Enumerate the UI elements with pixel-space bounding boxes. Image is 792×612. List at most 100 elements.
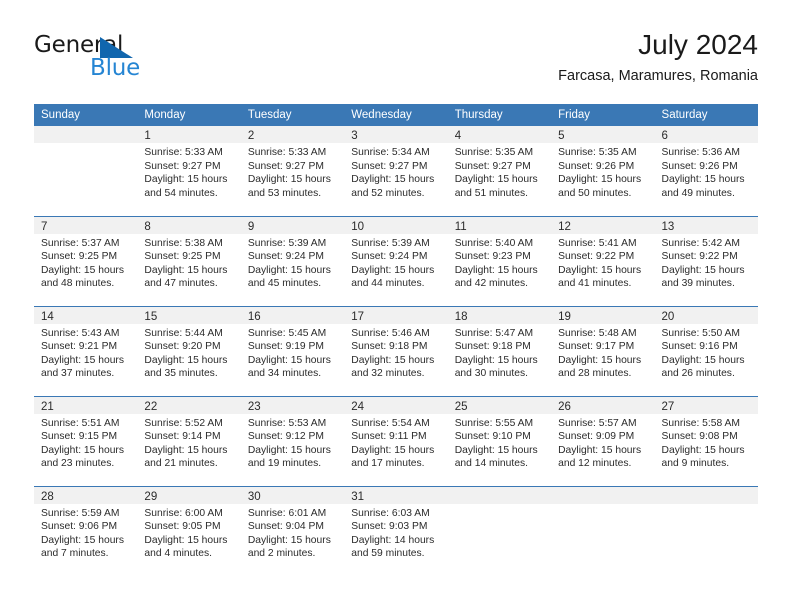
sunrise-text: Sunrise: 5:39 AM xyxy=(247,237,327,249)
calendar-day-cell[interactable]: 14 Sunrise: 5:43 AM Sunset: 9:21 PM Dayligh… xyxy=(34,305,138,396)
day-number-band: 25 xyxy=(447,396,552,414)
daylight-text-line1: Daylight: 15 hours xyxy=(661,354,745,366)
day-number: 8 xyxy=(144,220,151,233)
day-number: 21 xyxy=(41,400,54,413)
sunset-text: Sunset: 9:26 PM xyxy=(661,160,738,172)
sunrise-text: Sunrise: 5:45 AM xyxy=(247,327,327,339)
day-number-band: 9 xyxy=(240,216,345,234)
day-number-band: 19 xyxy=(551,306,655,324)
sunrise-text: Sunrise: 5:57 AM xyxy=(558,417,637,429)
daylight-text-line1: Daylight: 15 hours xyxy=(351,354,435,366)
day-cell-details: Sunrise: 5:50 AM Sunset: 9:16 PM Daylight:… xyxy=(655,324,758,381)
sunrise-text: Sunrise: 5:41 AM xyxy=(558,237,637,249)
calendar-day-cell[interactable]: 11 Sunrise: 5:40 AM Sunset: 9:23 PM Dayligh… xyxy=(447,215,552,306)
sunset-text: Sunset: 9:25 PM xyxy=(41,251,118,263)
calendar-day-cell[interactable]: 26 Sunrise: 5:57 AM Sunset: 9:09 PM Dayligh… xyxy=(551,395,655,486)
day-number: 31 xyxy=(351,490,365,503)
day-number: 27 xyxy=(661,400,675,413)
daylight-text-line2: and 37 minutes. xyxy=(41,368,115,380)
calendar-page: General Blue July 2024 Farcasa, Maramure… xyxy=(0,0,792,612)
sunset-text: Sunset: 9:22 PM xyxy=(558,251,635,263)
daylight-text-line2: and 51 minutes. xyxy=(454,187,528,199)
calendar-day-cell[interactable]: 19 Sunrise: 5:48 AM Sunset: 9:17 PM Dayligh… xyxy=(551,305,655,396)
daylight-text-line1: Daylight: 15 hours xyxy=(41,264,124,276)
calendar-day-cell[interactable]: 24 Sunrise: 5:54 AM Sunset: 9:11 PM Dayligh… xyxy=(344,395,448,486)
day-cell-details: Sunrise: 5:43 AM Sunset: 9:21 PM Daylight:… xyxy=(34,324,137,381)
daylight-text-line2: and 19 minutes. xyxy=(247,458,322,470)
day-number-band: 8 xyxy=(137,216,241,234)
calendar-day-cell[interactable]: 7 Sunrise: 5:37 AM Sunset: 9:25 PM Daylight… xyxy=(34,215,138,306)
sunset-text: Sunset: 9:26 PM xyxy=(558,160,635,172)
calendar-day-cell[interactable]: 8 Sunrise: 5:38 AM Sunset: 9:25 PM Daylight… xyxy=(137,215,241,306)
calendar-day-cell[interactable]: 4 Sunrise: 5:35 AM Sunset: 9:27 PM Daylight… xyxy=(447,126,552,216)
day-cell-details: Sunrise: 5:40 AM Sunset: 9:23 PM Daylight:… xyxy=(448,234,551,291)
calendar-day-cell[interactable]: 9 Sunrise: 5:39 AM Sunset: 9:24 PM Daylight… xyxy=(240,215,345,306)
calendar-day-cell[interactable]: 18 Sunrise: 5:47 AM Sunset: 9:18 PM Dayligh… xyxy=(447,305,552,396)
calendar-day-cell[interactable]: 28 Sunrise: 5:59 AM Sunset: 9:06 PM Dayligh… xyxy=(34,485,138,576)
day-number: 18 xyxy=(454,310,468,323)
day-cell-details: Sunrise: 5:55 AM Sunset: 9:10 PM Daylight:… xyxy=(448,414,551,471)
daylight-text-line1: Daylight: 15 hours xyxy=(247,354,331,366)
daylight-text-line2: and 32 minutes. xyxy=(351,368,425,380)
calendar-day-cell[interactable]: 2 Sunrise: 5:33 AM Sunset: 9:27 PM Daylight… xyxy=(240,126,345,216)
calendar-day-cell[interactable]: 17 Sunrise: 5:46 AM Sunset: 9:18 PM Dayligh… xyxy=(344,305,448,396)
day-cell-details xyxy=(34,143,137,146)
calendar-day-cell[interactable]: 13 Sunrise: 5:42 AM Sunset: 9:22 PM Dayligh… xyxy=(654,215,758,306)
calendar-day-cell[interactable]: 3 Sunrise: 5:34 AM Sunset: 9:27 PM Daylight… xyxy=(344,126,448,216)
logo-general-blue[interactable]: General Blue xyxy=(34,32,254,94)
calendar-day-cell[interactable]: 23 Sunrise: 5:53 AM Sunset: 9:12 PM Dayligh… xyxy=(240,395,345,486)
day-number: 10 xyxy=(351,220,365,233)
sunrise-text: Sunrise: 5:35 AM xyxy=(454,147,534,158)
day-cell-inner: 6 Sunrise: 5:36 AM Sunset: 9:26 PM Daylight… xyxy=(654,126,758,215)
day-number-band xyxy=(654,486,758,504)
day-number: 7 xyxy=(41,220,48,233)
calendar-day-cell[interactable]: 10 Sunrise: 5:39 AM Sunset: 9:24 PM Dayligh… xyxy=(344,215,448,306)
sunrise-text: Sunrise: 5:47 AM xyxy=(454,327,534,339)
calendar-day-cell xyxy=(551,485,655,576)
calendar-day-cell[interactable]: 27 Sunrise: 5:58 AM Sunset: 9:08 PM Dayligh… xyxy=(654,395,758,486)
calendar-day-cell[interactable]: 21 Sunrise: 5:51 AM Sunset: 9:15 PM Dayligh… xyxy=(34,395,138,486)
calendar-week-row: 14 Sunrise: 5:43 AM Sunset: 9:21 PM Dayligh… xyxy=(34,305,758,396)
sunset-text: Sunset: 9:16 PM xyxy=(661,341,738,353)
calendar-day-cell[interactable]: 6 Sunrise: 5:36 AM Sunset: 9:26 PM Daylight… xyxy=(654,126,758,216)
day-number-band: 24 xyxy=(344,396,448,414)
day-number-band: 4 xyxy=(447,126,552,143)
calendar-day-cell[interactable]: 22 Sunrise: 5:52 AM Sunset: 9:14 PM Dayligh… xyxy=(137,395,241,486)
calendar-day-cell[interactable]: 1 Sunrise: 5:33 AM Sunset: 9:27 PM Daylight… xyxy=(137,126,241,216)
daylight-text-line1: Daylight: 15 hours xyxy=(144,264,228,276)
day-cell-details: Sunrise: 5:39 AM Sunset: 9:24 PM Daylight:… xyxy=(241,234,344,291)
sunset-text: Sunset: 9:22 PM xyxy=(661,251,738,263)
day-cell-details: Sunrise: 5:33 AM Sunset: 9:27 PM Daylight:… xyxy=(241,143,344,200)
day-cell-details: Sunrise: 5:37 AM Sunset: 9:25 PM Daylight:… xyxy=(34,234,137,291)
sunrise-text: Sunrise: 6:01 AM xyxy=(247,507,327,519)
calendar-day-cell[interactable]: 29 Sunrise: 6:00 AM Sunset: 9:05 PM Dayligh… xyxy=(137,485,241,576)
sunrise-text: Sunrise: 5:51 AM xyxy=(41,417,120,429)
calendar-body: 1 Sunrise: 5:33 AM Sunset: 9:27 PM Daylight… xyxy=(34,126,758,576)
day-cell-inner: 23 Sunrise: 5:53 AM Sunset: 9:12 PM Dayligh… xyxy=(240,396,345,486)
day-number-band: 23 xyxy=(240,396,345,414)
calendar-day-cell[interactable]: 31 Sunrise: 6:03 AM Sunset: 9:03 PM Dayligh… xyxy=(344,485,448,576)
daylight-text-line2: and 26 minutes. xyxy=(661,368,735,380)
calendar-day-cell[interactable]: 16 Sunrise: 5:45 AM Sunset: 9:19 PM Dayligh… xyxy=(240,305,345,396)
calendar-day-cell[interactable]: 5 Sunrise: 5:35 AM Sunset: 9:26 PM Daylight… xyxy=(551,126,655,216)
sunset-text: Sunset: 9:19 PM xyxy=(247,341,324,353)
calendar-day-cell[interactable]: 25 Sunrise: 5:55 AM Sunset: 9:10 PM Dayligh… xyxy=(447,395,552,486)
calendar-day-cell[interactable]: 15 Sunrise: 5:44 AM Sunset: 9:20 PM Dayligh… xyxy=(137,305,241,396)
day-number-band: 20 xyxy=(654,306,758,324)
day-cell-inner: 8 Sunrise: 5:38 AM Sunset: 9:25 PM Daylight… xyxy=(137,216,241,306)
calendar-day-cell[interactable]: 20 Sunrise: 5:50 AM Sunset: 9:16 PM Dayligh… xyxy=(654,305,758,396)
day-cell-inner: 9 Sunrise: 5:39 AM Sunset: 9:24 PM Daylight… xyxy=(240,216,345,306)
day-number: 29 xyxy=(144,490,158,503)
weekday-header-thursday: Thursday xyxy=(447,104,552,126)
daylight-text-line2: and 28 minutes. xyxy=(558,368,632,380)
daylight-text-line2: and 17 minutes. xyxy=(351,458,425,470)
calendar-day-cell[interactable]: 30 Sunrise: 6:01 AM Sunset: 9:04 PM Dayligh… xyxy=(240,485,345,576)
weekday-header-monday: Monday xyxy=(137,104,241,126)
day-cell-inner: 29 Sunrise: 6:00 AM Sunset: 9:05 PM Dayligh… xyxy=(137,486,241,576)
sunrise-text: Sunrise: 5:48 AM xyxy=(558,327,637,339)
day-number-band: 10 xyxy=(344,216,448,234)
sunset-text: Sunset: 9:10 PM xyxy=(454,431,531,443)
daylight-text-line1: Daylight: 15 hours xyxy=(247,264,331,276)
calendar-day-cell[interactable]: 12 Sunrise: 5:41 AM Sunset: 9:22 PM Dayligh… xyxy=(551,215,655,306)
day-cell-details xyxy=(655,504,758,507)
